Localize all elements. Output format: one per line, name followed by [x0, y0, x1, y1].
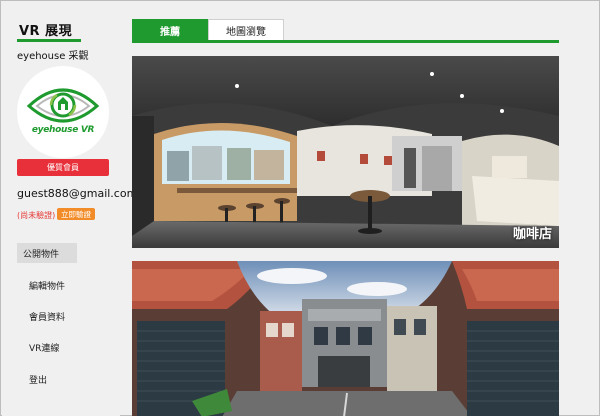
unverified-status: (尚未驗證) [17, 211, 56, 220]
brand-subtitle: eyehouse 采觀 [17, 51, 89, 62]
panorama-card-cafe[interactable]: 咖啡店 [132, 56, 559, 248]
menu-item-label: 編輯物件 [29, 282, 66, 292]
menu-item-label: 登出 [29, 376, 48, 386]
brand-underline [17, 39, 81, 42]
app-frame: VR 展現 eyehouse 采觀 eyehouse VR 優質會員 guest… [0, 0, 600, 416]
menu-item-label: 會員資料 [29, 313, 66, 323]
logo-vr-text: VR [80, 125, 95, 135]
verify-now-button[interactable]: 立即驗證 [57, 208, 95, 220]
card-caption: 咖啡店 [512, 227, 552, 242]
upgrade-member-button[interactable]: 優質會員 [17, 159, 109, 176]
tab-map-browse[interactable]: 地圖瀏覽 [208, 19, 284, 41]
avatar[interactable]: eyehouse VR [17, 66, 109, 158]
panorama-card-street[interactable] [132, 261, 559, 416]
menu-item-public-objects[interactable]: 公開物件 [17, 243, 77, 263]
logo-wordmark: eyehouse VR [27, 125, 99, 135]
eyehouse-logo-icon [26, 88, 100, 123]
logo-wordmark-text: eyehouse [31, 125, 78, 135]
tab-underline [132, 40, 559, 43]
user-email: guest888@gmail.com [17, 187, 138, 200]
sidebar: VR 展現 eyehouse 采觀 eyehouse VR 優質會員 guest… [2, 2, 137, 416]
tab-recommended[interactable]: 推薦 [132, 19, 208, 41]
menu-item-logout[interactable]: 登出 [29, 373, 47, 386]
menu-item-label: VR連線 [29, 344, 60, 354]
menu-item-member-info[interactable]: 會員資料 [29, 310, 65, 323]
menu-item-edit-objects[interactable]: 編輯物件 [29, 279, 65, 292]
menu-item-vr-connect[interactable]: VR連線 [29, 341, 59, 354]
brand-title: VR 展現 [19, 24, 73, 39]
panorama-image [132, 261, 559, 416]
panorama-image [132, 56, 559, 248]
tab-bar: 推薦 地圖瀏覽 [132, 19, 284, 41]
menu-item-label: 公開物件 [23, 249, 60, 260]
